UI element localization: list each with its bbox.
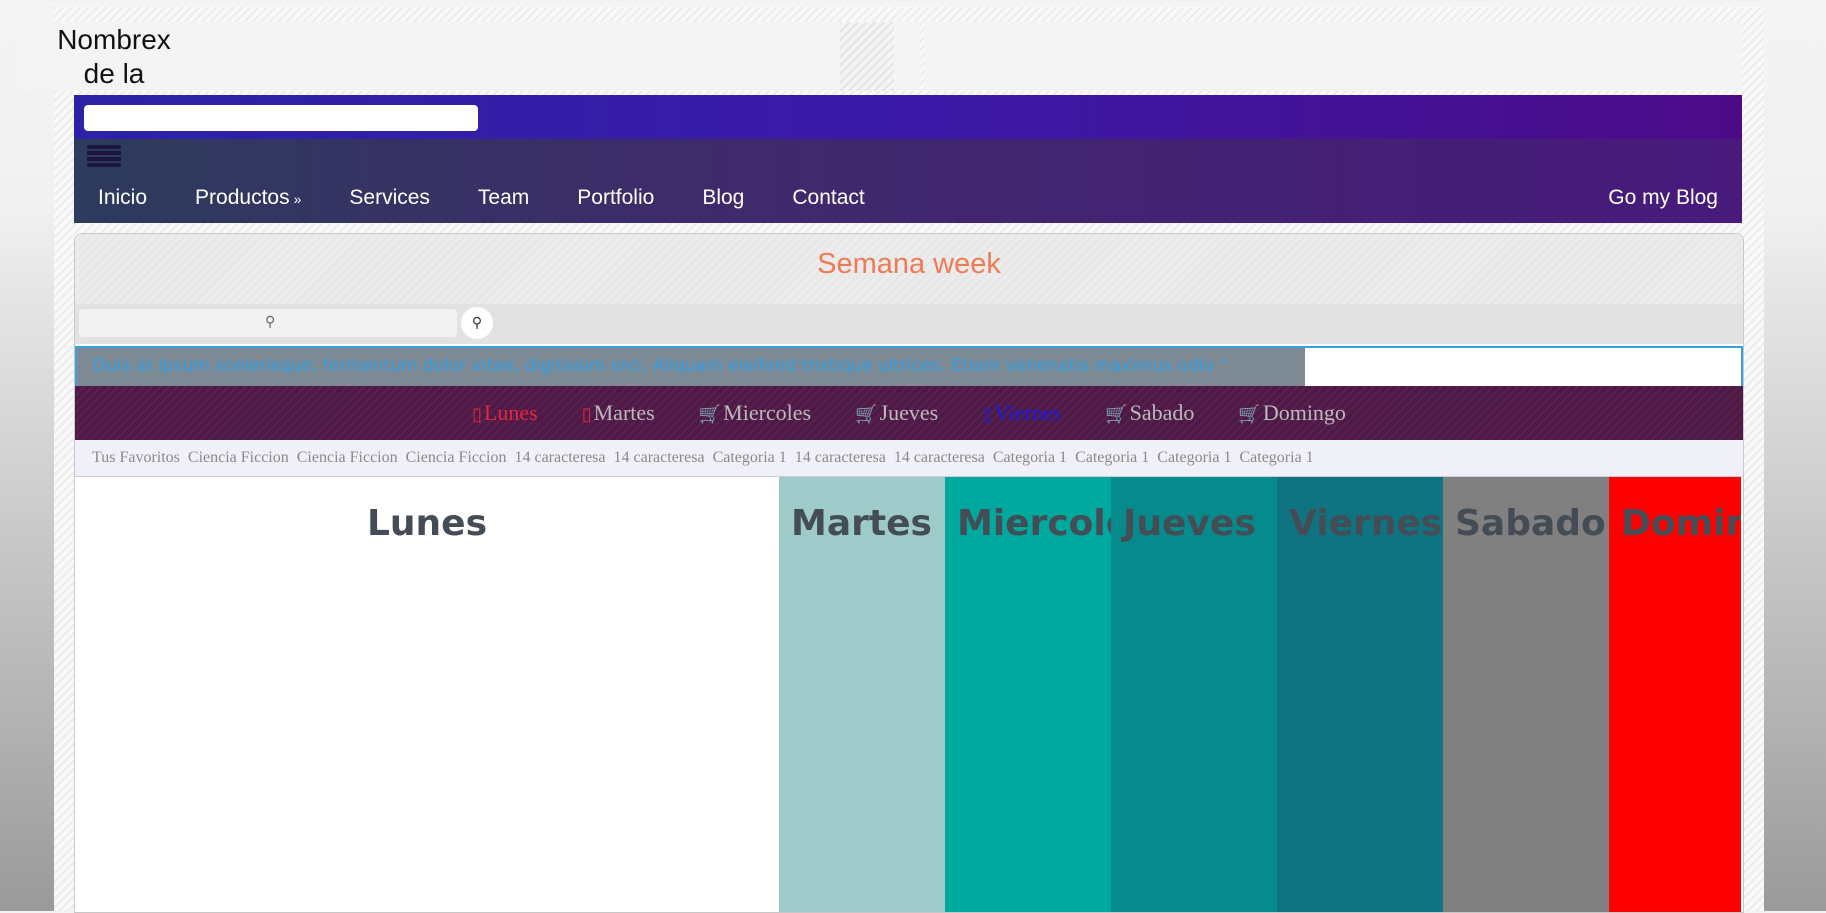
- panel-header: Semana week: [75, 234, 1743, 304]
- day-column-heading: Sabado: [1455, 503, 1606, 544]
- day-tab-label: Miercoles: [723, 400, 812, 425]
- favorite-category-link[interactable]: Ciencia Ficcion: [188, 449, 289, 467]
- favorite-category-link[interactable]: Categoria 1: [1157, 449, 1231, 467]
- day-tab-label: Sabado: [1129, 400, 1195, 425]
- go-my-blog-link[interactable]: Go my Blog: [1608, 175, 1718, 221]
- nav-item-portfolio[interactable]: Portfolio: [553, 175, 678, 223]
- mobile-icon: ▯: [472, 404, 482, 424]
- mobile-icon: ▯: [581, 404, 592, 424]
- day-tab-label: Lunes: [483, 400, 538, 425]
- nav-item-team[interactable]: Team: [454, 175, 553, 223]
- nav-item-services[interactable]: Services: [325, 175, 454, 223]
- top-search-input[interactable]: [84, 105, 478, 131]
- day-tab-sabado[interactable]: 🛒Sabado: [1083, 400, 1216, 426]
- day-tab-label: Martes: [593, 400, 655, 425]
- nav-item-label: Portfolio: [577, 186, 655, 209]
- favorite-category-link[interactable]: 14 caracteresa: [795, 449, 886, 467]
- cart-icon: 🛒: [1238, 404, 1261, 424]
- site-name[interactable]: Nombrex de la: [39, 23, 189, 91]
- nav-items: Inicio Productos» Services Team Portfoli…: [74, 175, 889, 223]
- day-tab-lunes[interactable]: ▯Lunes: [450, 400, 560, 426]
- day-tab-domingo[interactable]: 🛒Domingo: [1216, 400, 1368, 426]
- day-column-heading: Miercoles: [957, 503, 1111, 544]
- main-navbar: Inicio Productos» Services Team Portfoli…: [74, 139, 1742, 223]
- favorite-category-link[interactable]: Categoria 1: [713, 449, 787, 467]
- day-column-heading: Viernes: [1289, 503, 1443, 544]
- brand-right-area: [925, 22, 1741, 91]
- day-tab-label: Jueves: [879, 400, 939, 425]
- day-column-jueves: Jueves: [1111, 477, 1277, 912]
- marquee-bar: Duis at ipsum scelerisque, fermentum dol…: [75, 346, 1743, 388]
- day-tab-martes[interactable]: ▯Martes: [560, 400, 677, 426]
- day-column-domingo: Domingo: [1609, 477, 1741, 912]
- cart-icon: 🛒: [1105, 404, 1128, 424]
- search-icon: ⚲: [265, 314, 276, 330]
- mobile-icon: ▯: [982, 404, 993, 424]
- day-column-heading: Jueves: [1123, 503, 1256, 544]
- day-tab-label: Domingo: [1262, 400, 1346, 425]
- panel-search-input[interactable]: ⚲: [79, 309, 457, 337]
- day-tab-miercoles[interactable]: 🛒Miercoles: [677, 400, 833, 426]
- marquee-text: Duis at ipsum scelerisque, fermentum dol…: [93, 356, 1228, 376]
- nav-item-label: Blog: [702, 186, 745, 209]
- nav-item-productos[interactable]: Productos»: [171, 175, 325, 223]
- favorites-bar: Tus Favoritos Ciencia Ficcion Ciencia Ficc…: [75, 440, 1743, 477]
- day-column-heading: Domingo: [1621, 503, 1741, 544]
- week-panel: Semana week ⚲ ⚲ Duis at ipsum scelerisqu…: [74, 233, 1744, 913]
- day-column-viernes: Viernes: [1277, 477, 1443, 912]
- favorite-category-link[interactable]: Ciencia Ficcion: [297, 449, 398, 467]
- search-icon: ⚲: [471, 315, 483, 331]
- nav-item-label: Productos: [195, 186, 290, 209]
- panel-search-row: ⚲ ⚲: [75, 304, 1743, 344]
- day-tab-viernes[interactable]: ▯Viernes: [960, 400, 1083, 426]
- panel-title: Semana week: [817, 248, 1001, 280]
- day-column-sabado: Sabado: [1443, 477, 1609, 912]
- double-chevron-down-icon: »: [293, 191, 302, 207]
- nav-item-inicio[interactable]: Inicio: [74, 175, 171, 223]
- hamburger-menu-icon[interactable]: [87, 143, 121, 171]
- day-columns: Lunes Martes Miercoles Jueves Viernes Sabado D…: [75, 477, 1743, 912]
- favorite-category-link[interactable]: Categoria 1: [1239, 449, 1313, 467]
- favorites-label: Tus Favoritos: [92, 449, 180, 466]
- day-column-heading: Martes: [791, 503, 932, 544]
- cart-icon: 🛒: [855, 404, 878, 424]
- nav-item-label: Team: [477, 186, 530, 209]
- nav-item-contact[interactable]: Contact: [768, 175, 888, 223]
- favorite-category-link[interactable]: Categoria 1: [993, 449, 1067, 467]
- day-tab-label: Viernes: [994, 400, 1062, 425]
- favorite-category-link[interactable]: 14 caracteresa: [514, 449, 605, 467]
- favorite-category-link[interactable]: Categoria 1: [1075, 449, 1149, 467]
- marquee-background: Duis at ipsum scelerisque, fermentum dol…: [77, 348, 1305, 386]
- days-tab-bar: ▯Lunes ▯Martes 🛒Miercoles 🛒Jueves ▯Viernes 🛒S…: [75, 386, 1743, 440]
- nav-item-blog[interactable]: Blog: [678, 175, 768, 223]
- day-column-lunes: Lunes: [75, 477, 779, 912]
- brand-hatch: [840, 22, 894, 91]
- favorite-category-link[interactable]: 14 caracteresa: [614, 449, 705, 467]
- nav-item-label: Contact: [792, 186, 865, 209]
- favorite-category-link[interactable]: 14 caracteresa: [894, 449, 985, 467]
- nav-item-label: Inicio: [98, 186, 148, 209]
- favorite-category-link[interactable]: Ciencia Ficcion: [406, 449, 507, 467]
- search-button[interactable]: ⚲: [461, 307, 493, 339]
- day-column-miercoles: Miercoles: [945, 477, 1111, 912]
- day-tab-jueves[interactable]: 🛒Jueves: [833, 400, 960, 426]
- cart-icon: 🛒: [698, 404, 722, 424]
- nav-item-label: Services: [349, 186, 430, 209]
- top-bar: [74, 95, 1742, 139]
- day-column-martes: Martes: [779, 477, 945, 912]
- day-column-heading: Lunes: [366, 503, 488, 544]
